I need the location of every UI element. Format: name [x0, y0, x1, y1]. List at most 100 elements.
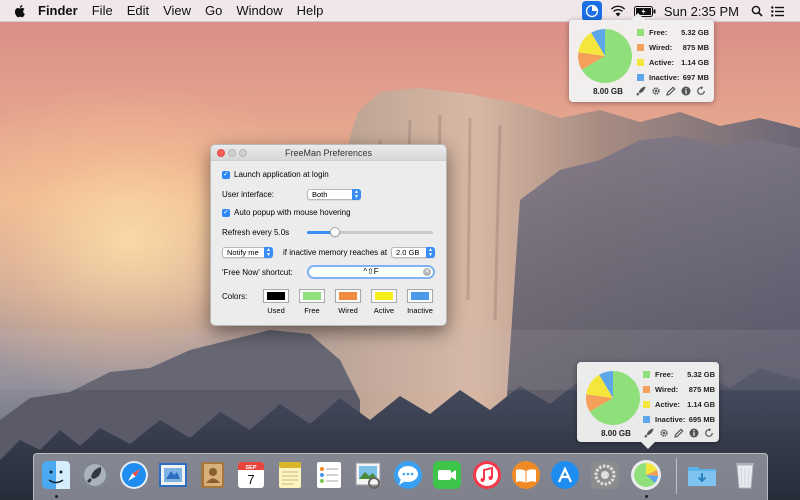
system-preferences-icon[interactable] [589, 459, 621, 491]
memory-total: 8.00 GB [593, 87, 623, 96]
notify-action-select[interactable]: Notify me ▲ ▼ [222, 247, 273, 258]
shortcut-recorder[interactable]: ^⇧F ✕ [307, 265, 435, 279]
menu-help[interactable]: Help [297, 3, 324, 18]
free-color-well[interactable] [299, 289, 325, 303]
status-area: Sun 2:35 PM [581, 0, 792, 22]
refresh-icon[interactable] [695, 85, 706, 96]
launch-at-login-checkbox[interactable]: ✓ [222, 171, 230, 179]
legend-label: Wired: [655, 385, 679, 394]
notify-action-value: Notify me [227, 248, 259, 257]
apple-icon[interactable] [12, 3, 28, 19]
search-icon[interactable] [751, 5, 763, 17]
inactive-swatch [637, 74, 644, 81]
user-interface-value: Both [312, 190, 328, 199]
menu-go[interactable]: Go [205, 3, 222, 18]
legend-label: Wired: [649, 43, 673, 52]
launchpad-icon[interactable] [79, 459, 111, 491]
legend-label: Inactive: [655, 415, 686, 424]
calendar-icon[interactable]: SEP 7 [235, 459, 267, 491]
safari-icon[interactable] [118, 459, 150, 491]
shortcut-value: ^⇧F [363, 267, 379, 276]
active-swatch [637, 59, 644, 66]
refresh-icon[interactable] [703, 427, 714, 438]
trash-icon[interactable] [729, 459, 761, 491]
calendar-month: SEP [245, 465, 256, 471]
legend-value: 695 MB [688, 415, 715, 424]
info-icon[interactable] [680, 85, 691, 96]
downloads-folder-icon[interactable] [686, 459, 718, 491]
dock-separator [676, 458, 677, 494]
legend-value: 875 MB [688, 385, 715, 394]
auto-popup-checkbox[interactable]: ✓ [222, 209, 230, 217]
legend-value: 697 MB [682, 73, 709, 82]
clear-icon[interactable]: ✕ [423, 268, 431, 276]
colors-label: Colors: [222, 292, 248, 301]
rocket-icon[interactable] [643, 427, 654, 438]
slider-knob[interactable] [329, 227, 340, 237]
finder-icon[interactable] [40, 459, 72, 491]
menu-view[interactable]: View [163, 3, 191, 18]
gear-icon[interactable] [650, 85, 661, 96]
pencil-icon[interactable] [665, 85, 676, 96]
notes-icon[interactable] [274, 459, 306, 491]
facetime-icon[interactable] [431, 459, 463, 491]
legend-value: 1.14 GB [681, 58, 709, 67]
menu-file[interactable]: File [92, 3, 113, 18]
legend-value: 5.32 GB [681, 28, 709, 37]
menu-window[interactable]: Window [236, 3, 282, 18]
gear-icon[interactable] [658, 427, 669, 438]
menu-finder[interactable]: Finder [38, 3, 78, 18]
mail-icon[interactable] [157, 459, 189, 491]
app-store-icon[interactable] [549, 459, 581, 491]
ibooks-icon[interactable] [510, 459, 542, 491]
inactive-color-well[interactable] [407, 289, 433, 303]
wifi-icon[interactable] [610, 5, 626, 17]
running-indicator [55, 495, 58, 498]
inactive-color-caption: Inactive [407, 306, 433, 315]
info-icon[interactable] [688, 427, 699, 438]
rocket-icon[interactable] [635, 85, 646, 96]
legend-active: Active: 1.14 GB [637, 55, 709, 70]
wired-color-caption: Wired [338, 306, 358, 315]
used-color-fill [267, 292, 285, 300]
active-color-well[interactable] [371, 289, 397, 303]
user-interface-select[interactable]: Both ▲ ▼ [307, 189, 361, 200]
inactive-swatch [643, 416, 650, 423]
menu-clock[interactable]: Sun 2:35 PM [664, 4, 739, 19]
legend-value: 875 MB [682, 43, 709, 52]
threshold-select[interactable]: 2.0 GB ▲ ▼ [391, 247, 435, 258]
legend-label: Active: [655, 400, 681, 409]
menu-edit[interactable]: Edit [127, 3, 149, 18]
refresh-interval-label: Refresh every 5.0s [222, 228, 290, 237]
user-interface-label: User interface: [222, 190, 275, 199]
legend-label: Inactive: [649, 73, 680, 82]
legend-label: Free: [649, 28, 668, 37]
legend-wired: Wired: 875 MB [637, 40, 709, 55]
legend-inactive: Inactive: 697 MB [637, 70, 709, 85]
used-color-well[interactable] [263, 289, 289, 303]
freeman-icon[interactable] [581, 1, 602, 21]
contacts-icon[interactable] [196, 459, 228, 491]
reminders-icon[interactable] [313, 459, 345, 491]
preview-icon[interactable] [352, 459, 384, 491]
threshold-value: 2.0 GB [396, 248, 420, 257]
list-icon[interactable] [771, 5, 784, 17]
legend-value: 5.32 GB [687, 370, 715, 379]
legend-wired: Wired: 875 MB [643, 382, 715, 397]
legend-free: Free: 5.32 GB [637, 25, 709, 40]
wired-color-well[interactable] [335, 289, 361, 303]
itunes-icon[interactable] [471, 459, 503, 491]
active-swatch [643, 401, 650, 408]
free-swatch [637, 29, 644, 36]
messages-icon[interactable] [392, 459, 424, 491]
pencil-icon[interactable] [673, 427, 684, 438]
freeman-dock-icon[interactable] [630, 459, 662, 491]
refresh-interval-slider[interactable] [307, 227, 433, 237]
memory-popover-bottom: 8.00 GB Free: 5.32 GB Wired: 875 MB Active… [577, 362, 719, 449]
legend-active: Active: 1.14 GB [643, 397, 715, 412]
chevron-updown-icon: ▲ ▼ [352, 189, 361, 200]
free-color-fill [303, 292, 321, 300]
title-bar[interactable]: FreeMan Preferences [211, 145, 446, 161]
memory-legend: Free: 5.32 GB Wired: 875 MB Active: 1.14 GB… [637, 25, 709, 85]
memory-popover-top: 8.00 GB Free: 5.32 GB Wired: 875 MB Active… [569, 13, 714, 102]
